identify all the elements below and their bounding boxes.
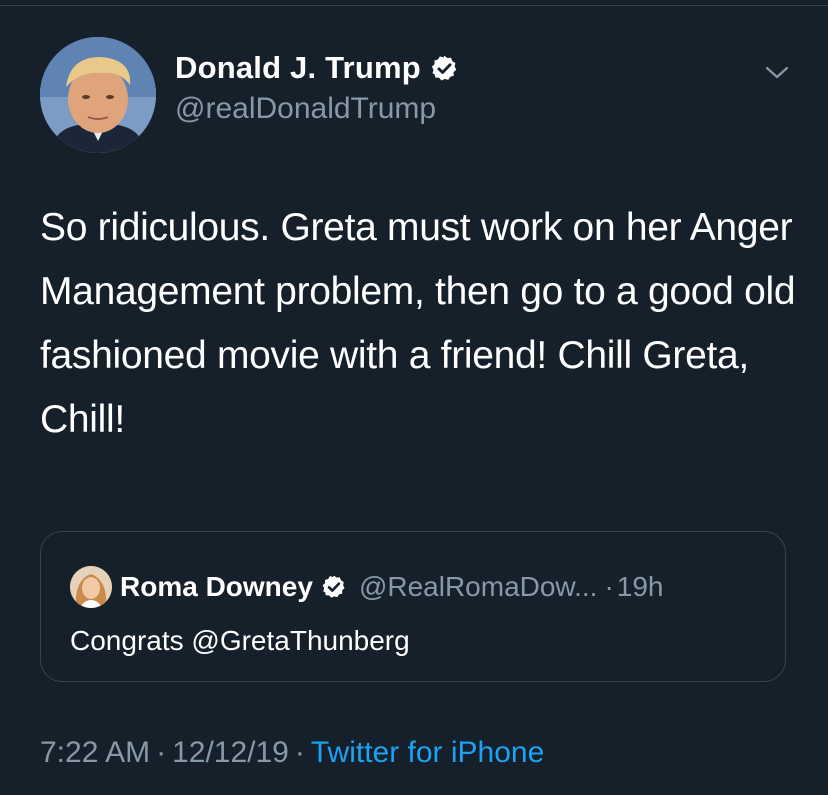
chevron-down-icon[interactable] — [763, 58, 791, 86]
quoted-author-avatar — [70, 566, 112, 608]
quoted-time-ago: 19h — [616, 571, 664, 602]
tweet-text: So ridiculous. Greta must work on her An… — [40, 206, 796, 441]
tweet-source-link[interactable]: Twitter for iPhone — [311, 736, 544, 769]
tweet-time: 7:22 AM — [40, 736, 151, 769]
tweet-meta: 7:22 AM · 12/12/19 · Twitter for iPhone — [40, 736, 544, 770]
author-name[interactable]: Donald J. Trump — [175, 50, 421, 86]
avatar-portrait — [40, 37, 156, 153]
author-handle[interactable]: @realDonaldTrump — [175, 92, 436, 126]
quoted-separator: · — [604, 571, 614, 602]
author-name-row: Donald J. Trump — [175, 50, 459, 86]
quoted-author-name: Roma Downey — [120, 571, 313, 602]
quoted-author-handle: @RealRomaDow... — [358, 571, 598, 602]
quoted-tweet-header: Roma Downey @RealRomaDow... · 19h — [70, 566, 664, 608]
author-avatar[interactable] — [40, 37, 156, 153]
verified-badge-icon — [321, 574, 347, 600]
quoted-tweet[interactable]: Roma Downey @RealRomaDow... · 19h Congra… — [40, 531, 786, 682]
quoted-tweet-text: Congrats @GretaThunberg — [70, 625, 410, 656]
meta-separator: · — [156, 736, 167, 769]
meta-separator: · — [294, 736, 305, 769]
verified-badge-icon — [430, 54, 459, 83]
tweet-date: 12/12/19 — [172, 736, 289, 769]
tweet-card: Donald J. Trump @realDonaldTrump So ridi… — [0, 0, 828, 795]
